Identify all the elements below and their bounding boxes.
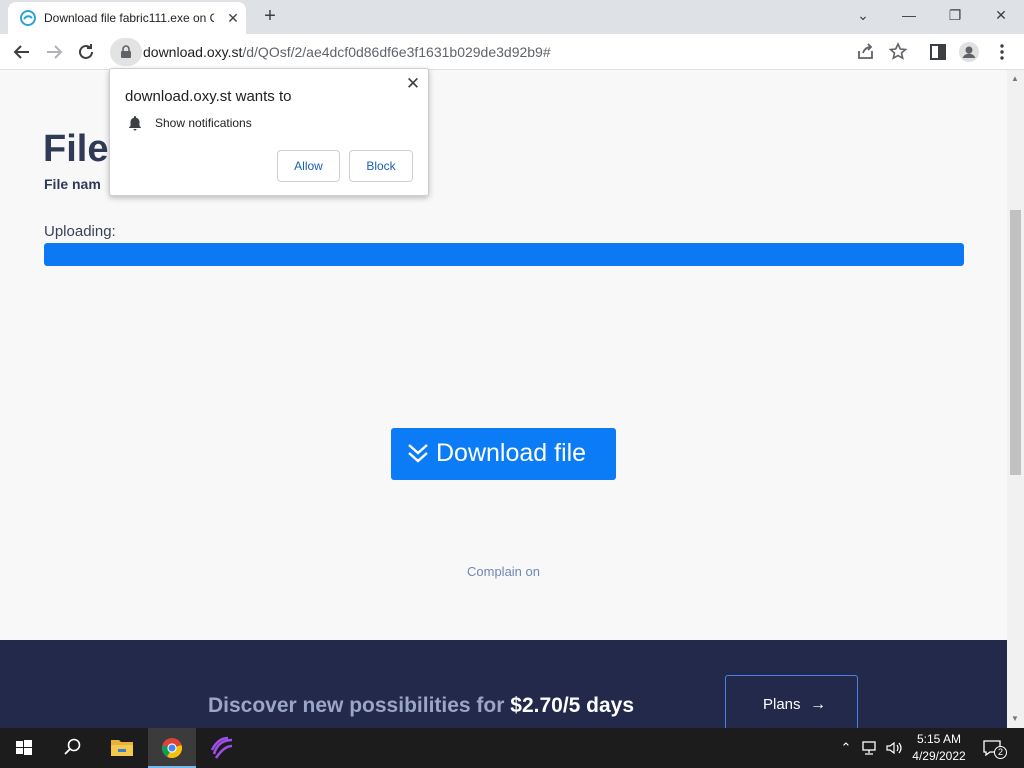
action-center-button[interactable]: 2: [978, 734, 1012, 762]
network-icon[interactable]: [860, 738, 880, 758]
lock-icon: [121, 45, 131, 58]
tab-strip: Download file fabric111.exe on O ✕ + ⌄ —…: [0, 0, 1024, 34]
chevron-up-icon[interactable]: ⌃: [836, 738, 856, 758]
popup-title: download.oxy.st wants to: [125, 88, 292, 105]
share-icon[interactable]: [854, 40, 878, 64]
popup-close-icon[interactable]: ✕: [402, 73, 424, 95]
plans-button-label: Plans: [763, 696, 801, 713]
allow-button[interactable]: Allow: [277, 150, 340, 182]
profile-avatar-icon[interactable]: [957, 40, 981, 64]
url-text: download.oxy.st/d/QOsf/2/ae4dcf0d86df6e3…: [143, 44, 551, 60]
clock-date[interactable]: 4/29/2022: [908, 749, 970, 763]
scroll-up-icon[interactable]: ▲: [1011, 74, 1019, 83]
purple-app-icon[interactable]: [198, 728, 246, 768]
chrome-taskbar-button[interactable]: [148, 728, 196, 768]
uploading-label: Uploading:: [44, 223, 116, 240]
block-button[interactable]: Block: [349, 150, 413, 182]
url-host: download.oxy.st: [143, 44, 243, 60]
file-explorer-icon[interactable]: [98, 728, 146, 768]
forward-icon[interactable]: [42, 40, 66, 64]
notification-count-badge: 2: [994, 746, 1007, 759]
permission-text: Show notifications: [155, 116, 252, 130]
clock-time[interactable]: 5:15 AM: [908, 732, 970, 746]
site-info-button[interactable]: [110, 38, 142, 66]
close-window-button[interactable]: ✕: [986, 3, 1016, 27]
volume-icon[interactable]: [884, 738, 904, 758]
download-button-label: Download file: [436, 439, 587, 467]
promo-banner: Discover new possibilities for $2.70/5 d…: [0, 640, 1007, 728]
page-scrollbar[interactable]: ▲ ▼: [1007, 70, 1024, 728]
notification-permission-popup: download.oxy.st wants to ✕ Show notifica…: [109, 68, 429, 196]
upload-progress-bar: [44, 243, 964, 266]
windows-start-icon[interactable]: [0, 728, 48, 768]
bookmark-star-icon[interactable]: [886, 40, 910, 64]
page-title: File: [43, 128, 109, 170]
side-panel-icon[interactable]: [926, 40, 950, 64]
scroll-down-icon[interactable]: ▼: [1011, 714, 1019, 723]
minimize-button[interactable]: —: [894, 3, 924, 27]
banner-text: Discover new possibilities for $2.70/5 d…: [208, 694, 634, 718]
plans-button[interactable]: Plans →: [725, 675, 858, 728]
chrome-icon: [161, 738, 182, 759]
search-icon[interactable]: [48, 728, 96, 768]
banner-price: $2.70/5 days: [510, 694, 635, 717]
new-tab-button[interactable]: +: [258, 6, 282, 28]
reload-icon[interactable]: [74, 40, 98, 64]
upload-progress-fill: [44, 243, 964, 266]
tab-search-icon[interactable]: ⌄: [848, 3, 878, 27]
restore-button[interactable]: ❐: [940, 3, 970, 27]
download-file-button[interactable]: Download file: [391, 428, 616, 480]
arrow-right-icon: →: [810, 696, 826, 713]
banner-lead: Discover new possibilities for: [208, 694, 511, 717]
double-chevron-down-icon: [408, 444, 428, 463]
windows-taskbar: ⌃ 5:15 AM 4/29/2022 2: [0, 728, 1024, 768]
file-name-label: File nam: [44, 176, 101, 192]
tab-title: Download file fabric111.exe on O: [44, 11, 214, 25]
kebab-menu-icon[interactable]: [990, 40, 1014, 64]
scrollbar-thumb[interactable]: [1010, 210, 1021, 475]
complain-link[interactable]: Complain on: [0, 564, 1007, 579]
oxy-favicon-icon: [20, 10, 36, 26]
bell-icon: [129, 116, 141, 131]
back-icon[interactable]: [10, 40, 34, 64]
url-path: /d/QOsf/2/ae4dcf0d86df6e3f1631b029de3d92…: [242, 44, 551, 60]
browser-toolbar: download.oxy.st/d/QOsf/2/ae4dcf0d86df6e3…: [0, 34, 1024, 70]
browser-tab[interactable]: Download file fabric111.exe on O ✕: [8, 2, 246, 34]
tab-close-icon[interactable]: ✕: [224, 9, 242, 27]
address-bar[interactable]: download.oxy.st/d/QOsf/2/ae4dcf0d86df6e3…: [110, 38, 850, 66]
